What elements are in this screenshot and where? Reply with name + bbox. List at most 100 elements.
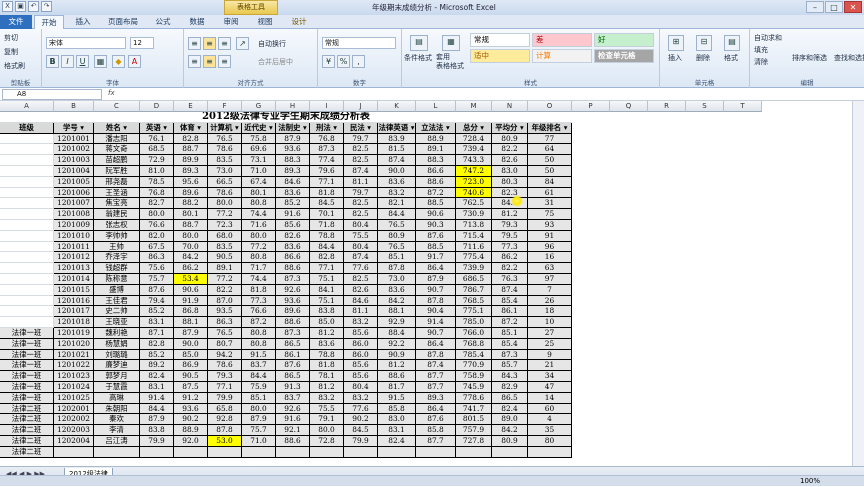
conditional-format-icon[interactable]: ▤	[410, 35, 428, 51]
table-cell[interactable]: 法律一班	[0, 381, 54, 393]
table-cell[interactable]: 81.8	[310, 187, 344, 199]
table-cell[interactable]: 刘璐璐	[94, 349, 140, 361]
table-cell[interactable]: 77.2	[208, 273, 242, 285]
table-cell[interactable]: 78.1	[310, 371, 344, 382]
table-cell[interactable]	[0, 219, 54, 231]
table-cell[interactable]: 91	[528, 230, 572, 242]
table-cell[interactable]: 72.8	[310, 435, 344, 447]
table-cell[interactable]: 82.3	[492, 187, 528, 199]
format-painter-button[interactable]: 格式刷	[4, 61, 25, 71]
table-cell[interactable]: 83.8	[310, 306, 344, 318]
table-cell[interactable]	[0, 155, 54, 166]
table-cell[interactable]: 88.4	[378, 327, 416, 339]
table-cell[interactable]: 91.4	[140, 392, 174, 404]
table-cell[interactable]: 47	[528, 381, 572, 393]
tab-file[interactable]: 文件	[0, 15, 32, 29]
table-cell[interactable]: 80.9	[492, 435, 528, 447]
table-cell[interactable]: 81.2	[310, 381, 344, 393]
table-cell[interactable]: 80.9	[378, 230, 416, 242]
table-cell[interactable]: 86.0	[344, 349, 378, 361]
table-cell[interactable]: 82.5	[344, 273, 378, 285]
table-cell[interactable]: 84.4	[242, 371, 276, 382]
table-cell[interactable]: 91.2	[174, 392, 208, 404]
table-cell[interactable]: 87.3	[310, 144, 344, 156]
table-cell[interactable]: 77	[528, 133, 572, 145]
table-cell[interactable]: 吕江涛	[94, 435, 140, 447]
table-cell[interactable]: 82.9	[492, 381, 528, 393]
table-cell[interactable]: 1201018	[54, 317, 94, 328]
table-cell[interactable]: 1201003	[54, 155, 94, 166]
format-as-table-button[interactable]: 套用 表格格式	[436, 53, 464, 71]
table-cell[interactable]: 86.4	[416, 403, 456, 415]
table-cell[interactable]	[0, 295, 54, 307]
table-cell[interactable]: 75.9	[242, 381, 276, 393]
table-cell[interactable]: 78.8	[310, 349, 344, 361]
table-cell[interactable]: 88.7	[174, 219, 208, 231]
table-cell[interactable]: 法律一班	[0, 338, 54, 350]
table-cell[interactable]: 728.4	[456, 133, 492, 145]
table-cell[interactable]: 87.7	[416, 381, 456, 393]
table-cell[interactable]: 87.0	[208, 295, 242, 307]
table-cell[interactable]: 87.5	[174, 381, 208, 393]
table-cell[interactable]: 80.0	[174, 230, 208, 242]
table-cell[interactable]: 苗超鹏	[94, 155, 140, 166]
table-cell[interactable]: 83.8	[140, 425, 174, 436]
table-cell[interactable]: 82.8	[310, 252, 344, 264]
table-cell[interactable]: 73.1	[242, 155, 276, 166]
table-cell[interactable]: 87.4	[416, 360, 456, 372]
table-cell[interactable]: 83.2	[344, 392, 378, 404]
font-color-icon[interactable]: A	[128, 55, 141, 68]
style-neutral[interactable]: 适中	[470, 49, 530, 63]
table-cell[interactable]: 92.2	[378, 338, 416, 350]
table-cell[interactable]: 88.9	[416, 133, 456, 145]
table-cell[interactable]: 723.0	[456, 176, 492, 188]
table-cell[interactable]: 90.6	[174, 284, 208, 296]
tab-data[interactable]: 数据	[182, 15, 212, 29]
table-cell[interactable]: 83.6	[276, 241, 310, 253]
table-cell[interactable]: 84.2	[378, 295, 416, 307]
table-cell[interactable]	[0, 176, 54, 188]
table-cell[interactable]: 85.2	[276, 198, 310, 210]
table-cell[interactable]: 85.0	[310, 317, 344, 328]
table-cell[interactable]	[310, 446, 344, 458]
table-cell[interactable]	[0, 133, 54, 145]
table-cell[interactable]: 79.1	[310, 414, 344, 426]
table-cell[interactable]: 89.0	[492, 414, 528, 426]
table-cell[interactable]: 1201002	[54, 144, 94, 156]
align-center-icon[interactable]: ≡	[203, 55, 216, 68]
table-cell[interactable]: 84.1	[310, 284, 344, 296]
table-cell[interactable]: 78.8	[310, 230, 344, 242]
table-cell[interactable]: 88.2	[174, 198, 208, 210]
table-cell[interactable]: 71.6	[242, 219, 276, 231]
table-cell[interactable]: 79.4	[140, 295, 174, 307]
table-cell[interactable]: 93.6	[174, 403, 208, 415]
table-cell[interactable]: 88.3	[276, 155, 310, 166]
table-cell[interactable]: 85.8	[416, 425, 456, 436]
delete-icon[interactable]: ⊟	[696, 35, 712, 51]
table-cell[interactable]: 1201020	[54, 338, 94, 350]
table-cell[interactable]: 71.0	[242, 165, 276, 177]
table-cell[interactable]: 88.7	[174, 144, 208, 156]
table-cell[interactable]	[0, 187, 54, 199]
column-header-M[interactable]: M	[456, 101, 492, 112]
table-cell[interactable]: 89.6	[276, 306, 310, 318]
table-cell[interactable]: 82.8	[140, 338, 174, 350]
table-cell[interactable]: 李清	[94, 425, 140, 436]
comma-icon[interactable]: ,	[352, 55, 365, 68]
table-cell[interactable]: 87.9	[242, 414, 276, 426]
merge-center-button[interactable]: 合并后居中	[258, 57, 293, 67]
table-cell[interactable]: 1202003	[54, 425, 94, 436]
table-cell[interactable]: 80.4	[344, 381, 378, 393]
currency-icon[interactable]: ¥	[322, 55, 335, 68]
table-cell[interactable]: 90.6	[416, 209, 456, 220]
column-header-Q[interactable]: Q	[610, 101, 648, 112]
table-cell[interactable]: 李帅帅	[94, 230, 140, 242]
table-cell[interactable]: 61	[528, 187, 572, 199]
table-cell[interactable]: 1201006	[54, 187, 94, 199]
table-cell[interactable]: 75.5	[344, 230, 378, 242]
table-cell[interactable]: 81.1	[344, 306, 378, 318]
table-cell[interactable]	[528, 446, 572, 458]
table-cell[interactable]: 77.6	[344, 263, 378, 274]
align-top-icon[interactable]: ≡	[188, 37, 201, 50]
table-cell[interactable]: 758.9	[456, 371, 492, 382]
